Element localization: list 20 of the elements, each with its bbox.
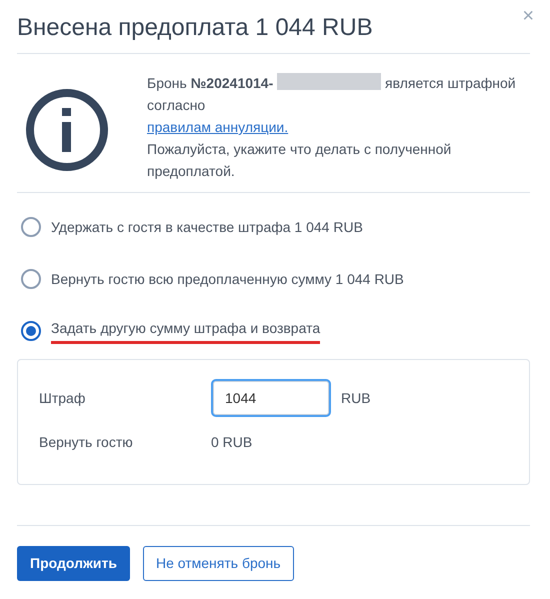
refund-value: 0 RUB (211, 432, 252, 452)
radio-button[interactable] (21, 321, 41, 341)
cancellation-rules-link[interactable]: правилам аннуляции. (147, 119, 288, 135)
message-text: Бронь №20241014- (147, 75, 274, 91)
option-label: Вернуть гостю всю предоплаченную сумму 1 044 RUB (51, 270, 404, 289)
penalty-label: Штраф (39, 388, 86, 408)
radio-button[interactable] (21, 269, 41, 289)
currency-label: RUB (341, 388, 371, 408)
message-text: является штрафной (385, 75, 516, 91)
refund-label: Вернуть гостю (39, 432, 134, 452)
message-note: Пожалуйста, укажите что делать с полученной предоплатой. (147, 140, 452, 181)
info-icon (25, 88, 109, 172)
message-text: согласно (147, 97, 206, 113)
keep-booking-button[interactable]: Не отменять бронь (142, 546, 294, 581)
dialog-title: Внесена предоплата 1 044 RUB (17, 13, 373, 43)
radio-button[interactable] (21, 217, 41, 237)
continue-button[interactable]: Продолжить (17, 546, 130, 581)
option-label: Задать другую сумму штрафа и возврата (51, 318, 320, 344)
penalty-input[interactable]: 1044 (211, 379, 331, 417)
option-label: Удержать с гостя в качестве штрафа 1 044 RUB (51, 218, 363, 237)
